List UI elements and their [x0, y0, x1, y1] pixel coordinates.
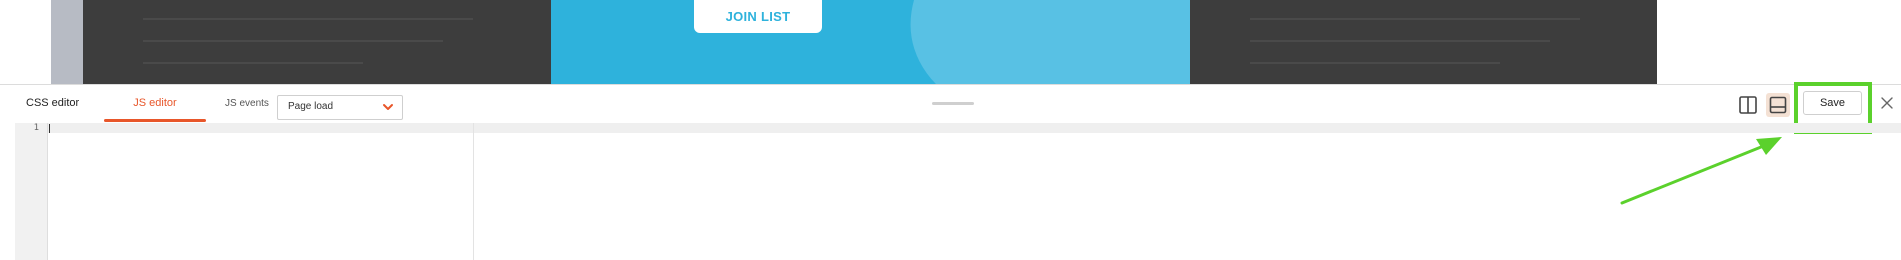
preview-text-line — [1250, 62, 1500, 64]
text-cursor — [49, 124, 50, 133]
preview-hero-section — [551, 0, 1190, 84]
editor-pane-divider[interactable] — [473, 123, 474, 260]
preview-dark-panel-right — [1190, 0, 1657, 84]
close-icon[interactable] — [1880, 96, 1894, 110]
preview-text-line — [143, 62, 363, 64]
editor-toolbar: CSS editor JS editor JS events Page load… — [0, 82, 1901, 134]
layout-horizontal-button[interactable] — [1766, 93, 1790, 117]
preview-text-line — [1250, 18, 1580, 20]
js-events-selected-value: Page load — [288, 101, 334, 112]
preview-text-line — [143, 18, 473, 20]
preview-decorative-shape — [876, 0, 1190, 84]
annotation-arrow-icon — [1620, 137, 1782, 205]
split-horizontal-icon — [1769, 96, 1787, 114]
chevron-down-icon — [383, 104, 393, 110]
save-button[interactable]: Save — [1803, 91, 1862, 115]
split-vertical-icon[interactable] — [1738, 95, 1758, 115]
active-tab-indicator — [104, 119, 206, 122]
join-list-button[interactable]: JOIN LIST — [694, 0, 822, 33]
line-number: 1 — [33, 123, 39, 133]
preview-dark-panel-left — [83, 0, 551, 84]
website-preview: JOIN LIST — [0, 0, 1901, 84]
tab-css-editor[interactable]: CSS editor — [26, 85, 79, 121]
tab-js-editor[interactable]: JS editor — [104, 85, 206, 121]
panel-resize-handle[interactable] — [932, 102, 974, 105]
preview-text-line — [143, 40, 443, 42]
js-events-dropdown[interactable]: Page load — [277, 95, 403, 120]
js-events-label: JS events — [225, 98, 269, 109]
preview-text-line — [1250, 40, 1550, 42]
line-number-gutter — [15, 123, 48, 260]
